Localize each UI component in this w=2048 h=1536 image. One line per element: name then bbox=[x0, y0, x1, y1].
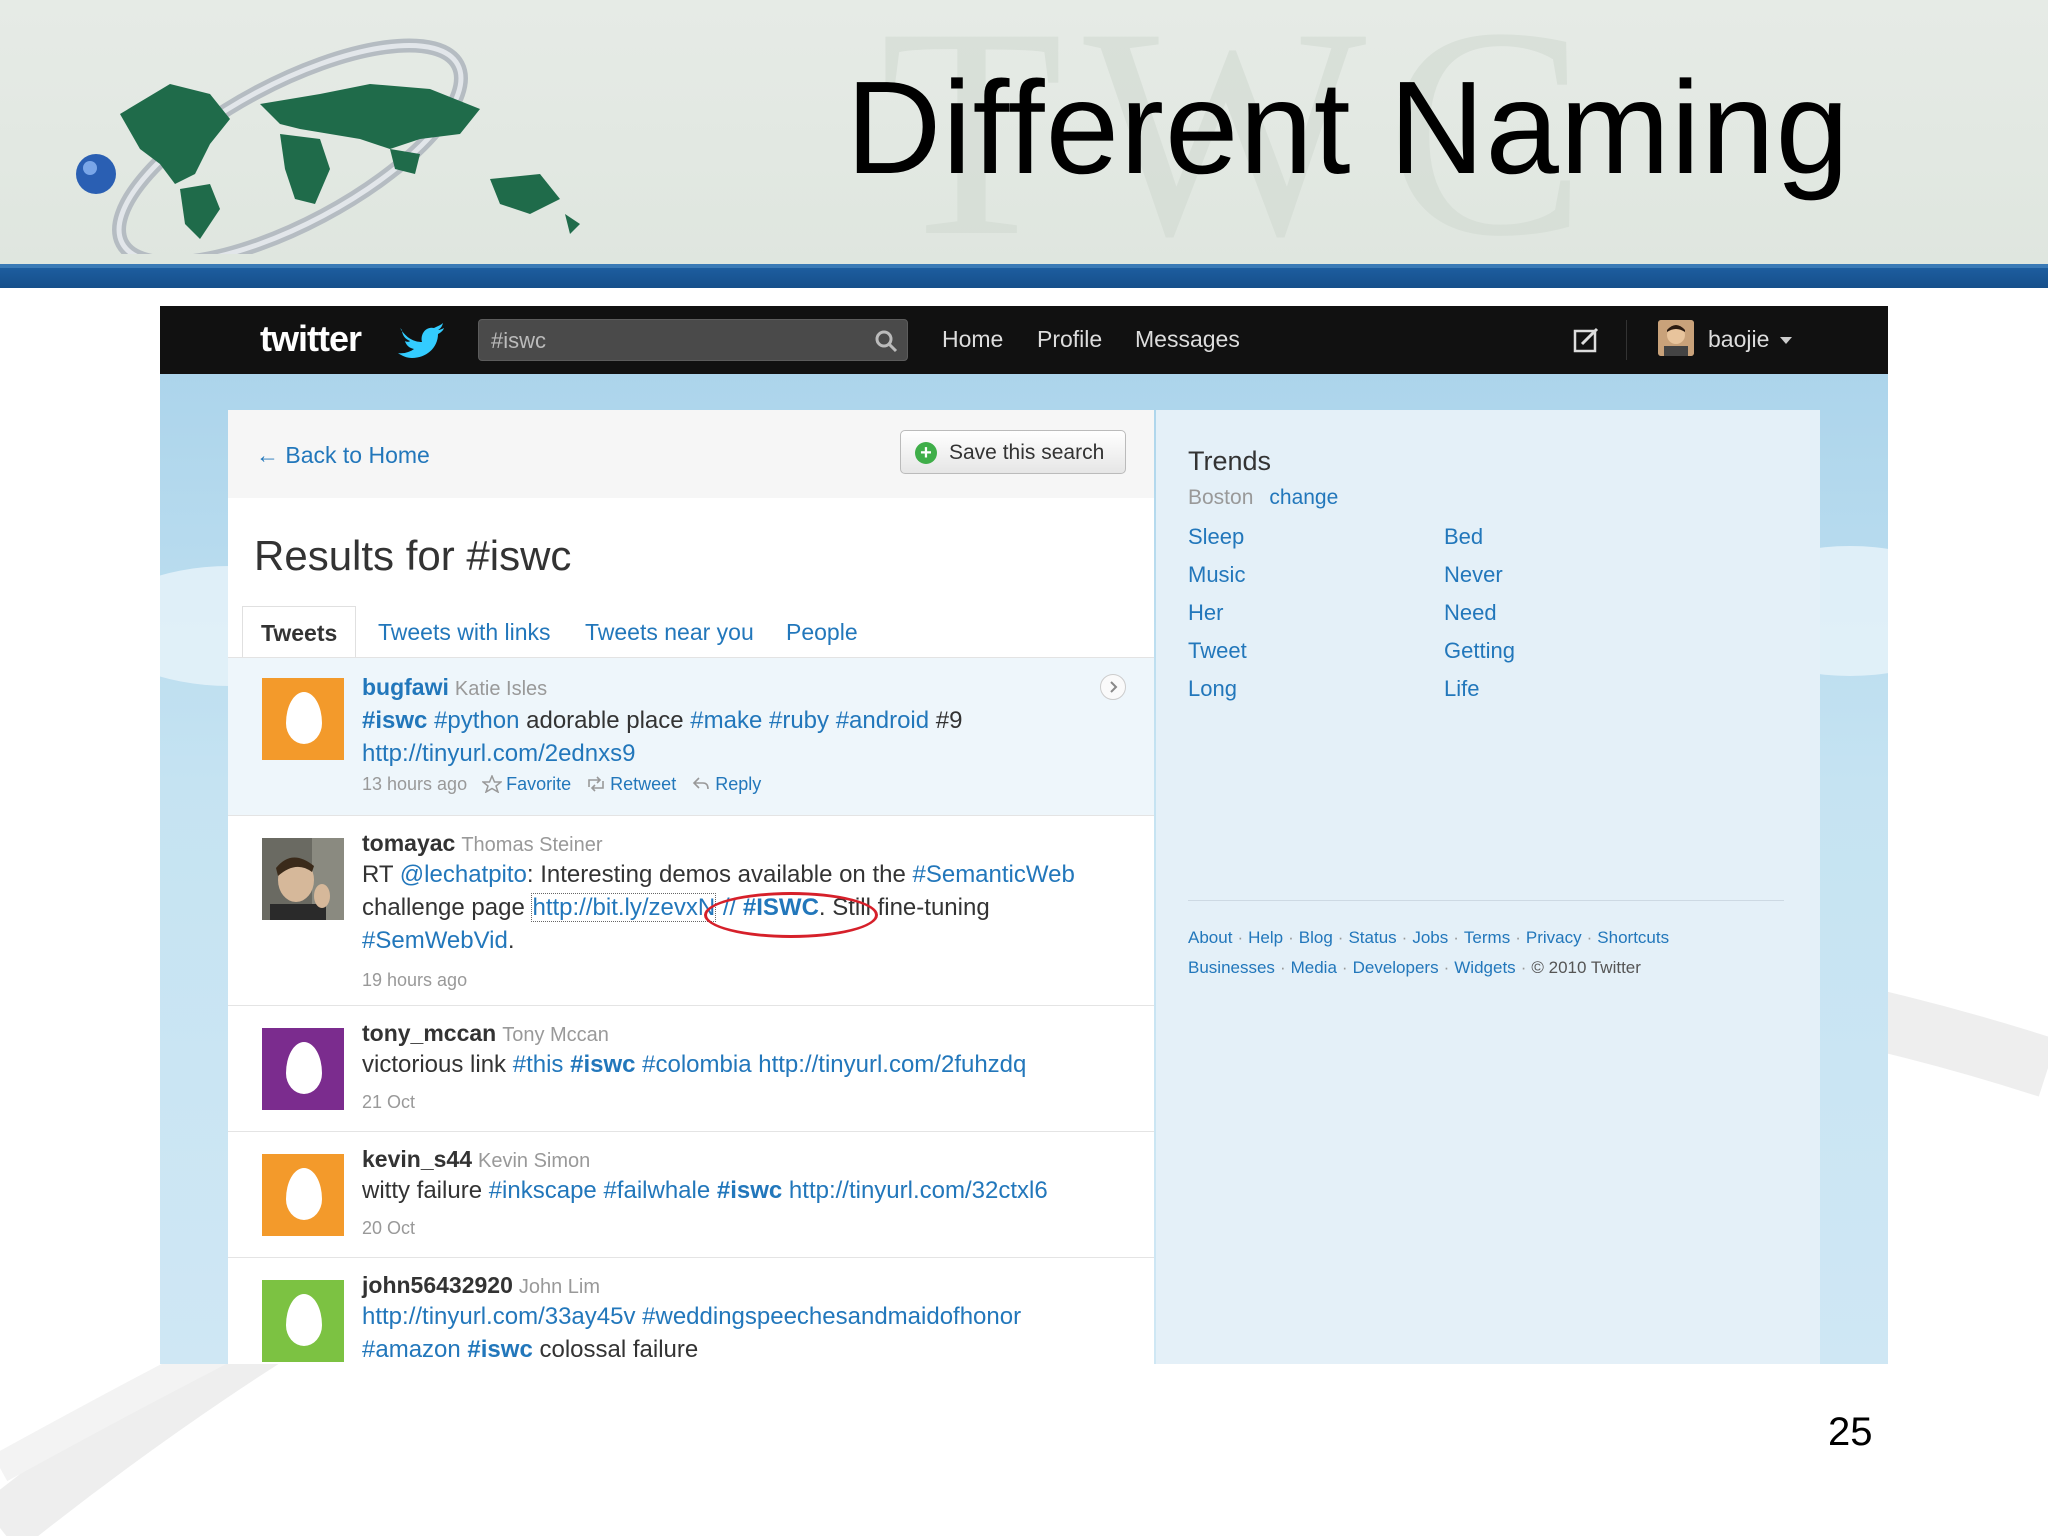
sidebar-divider bbox=[1188, 900, 1784, 901]
compose-tweet-icon[interactable] bbox=[1572, 326, 1600, 354]
user-avatar[interactable] bbox=[1658, 320, 1694, 356]
tweet-author[interactable]: tomayac Thomas Steiner bbox=[362, 830, 603, 857]
save-search-button[interactable]: + Save this search bbox=[900, 430, 1126, 474]
back-to-home-link[interactable]: ← Back to Home bbox=[256, 442, 430, 469]
retweet-icon[interactable] bbox=[586, 775, 606, 793]
world-map-logo bbox=[76, 38, 580, 254]
reply-icon[interactable] bbox=[691, 775, 711, 793]
user-photo-avatar[interactable] bbox=[262, 838, 344, 920]
tweet-author[interactable]: bugfawi Katie Isles bbox=[362, 674, 547, 701]
trends-location: Boston change bbox=[1188, 486, 1339, 509]
change-location-link[interactable]: change bbox=[1269, 486, 1338, 509]
save-search-label: Save this search bbox=[949, 441, 1105, 464]
footer-link[interactable]: Privacy bbox=[1526, 928, 1582, 947]
default-egg-avatar[interactable] bbox=[262, 1280, 344, 1362]
trends-title: Trends bbox=[1188, 446, 1272, 476]
tab-tweets[interactable]: Tweets bbox=[242, 606, 357, 658]
reply-action[interactable]: Reply bbox=[715, 774, 761, 794]
trend-link[interactable]: Life bbox=[1444, 676, 1479, 702]
tab-people[interactable]: People bbox=[786, 606, 858, 658]
favorite-action[interactable]: Favorite bbox=[506, 774, 571, 794]
tweet-item[interactable]: bugfawi Katie Isles #iswc #python adorabl… bbox=[228, 658, 1154, 816]
tweet-author[interactable]: kevin_s44 Kevin Simon bbox=[362, 1146, 590, 1173]
twitter-screenshot: twitter Home Profile Messages bbox=[160, 306, 1888, 1364]
twitter-bird-icon bbox=[398, 323, 444, 358]
search-results-column: ← Back to Home + Save this search Result… bbox=[228, 410, 1154, 1364]
tweet-text: #iswc #python adorable place #make #ruby… bbox=[362, 707, 963, 767]
tweet-item[interactable]: john56432920 John Lim http://tinyurl.com/… bbox=[228, 1258, 1154, 1364]
footer-link[interactable]: Businesses bbox=[1188, 958, 1275, 977]
chevron-down-icon[interactable] bbox=[1780, 337, 1792, 344]
trend-link[interactable]: Music bbox=[1188, 562, 1245, 588]
person-photo-icon bbox=[262, 838, 344, 920]
trend-link[interactable]: Getting bbox=[1444, 638, 1515, 664]
topbar-divider bbox=[1626, 320, 1627, 360]
nav-profile[interactable]: Profile bbox=[1037, 326, 1102, 353]
tweet-author[interactable]: tony_mccan Tony Mccan bbox=[362, 1020, 609, 1047]
tweet-timestamp[interactable]: 21 Oct bbox=[362, 1092, 415, 1113]
top-navigation-bar: twitter Home Profile Messages bbox=[160, 306, 1888, 374]
slide-header: TWC Different Naming bbox=[0, 0, 2048, 264]
footer-link[interactable]: Widgets bbox=[1454, 958, 1515, 977]
default-egg-avatar[interactable] bbox=[262, 678, 344, 760]
tweet-text: witty failure #inkscape #failwhale #iswc… bbox=[362, 1177, 1048, 1204]
twitter-logo[interactable]: twitter bbox=[260, 318, 362, 360]
footer-link[interactable]: Status bbox=[1348, 928, 1396, 947]
tab-tweets-near-you[interactable]: Tweets near you bbox=[585, 606, 754, 658]
tweet-meta: 13 hours ago Favorite Retweet Reply bbox=[362, 774, 761, 795]
tweet-item[interactable]: tony_mccan Tony Mccan victorious link #th… bbox=[228, 1006, 1154, 1132]
default-egg-avatar[interactable] bbox=[262, 1154, 344, 1236]
tweet-link[interactable]: http://bit.ly/zevxN bbox=[531, 893, 717, 922]
chevron-right-icon[interactable] bbox=[1100, 674, 1126, 700]
plus-icon: + bbox=[915, 442, 937, 464]
footer-links-row-2: Businesses · Media · Developers · Widgets · © 20… bbox=[1188, 958, 1641, 977]
results-title: Results for #iswc bbox=[254, 532, 572, 579]
tab-tweets-with-links[interactable]: Tweets with links bbox=[378, 606, 551, 658]
tweet-text: victorious link #this #iswc #colombia ht… bbox=[362, 1051, 1027, 1078]
slide-number: 25 bbox=[1828, 1410, 1873, 1454]
footer-link[interactable]: Media bbox=[1291, 958, 1337, 977]
footer-link[interactable]: Terms bbox=[1464, 928, 1510, 947]
tweet-author[interactable]: john56432920 John Lim bbox=[362, 1272, 600, 1299]
search-field[interactable] bbox=[478, 319, 908, 361]
trend-link[interactable]: Her bbox=[1188, 600, 1223, 626]
nav-home[interactable]: Home bbox=[942, 326, 1003, 353]
user-avatar-photo-icon bbox=[1658, 320, 1694, 356]
footer-link[interactable]: Jobs bbox=[1412, 928, 1448, 947]
results-header: ← Back to Home + Save this search bbox=[228, 410, 1154, 498]
user-menu-name[interactable]: baojie bbox=[1708, 326, 1769, 353]
search-input[interactable] bbox=[489, 326, 853, 356]
header-blue-bar bbox=[0, 268, 2048, 288]
footer-links-row-1: About · Help · Blog · Status · Jobs · Terms · Privac… bbox=[1188, 928, 1670, 947]
trend-link[interactable]: Need bbox=[1444, 600, 1497, 626]
tweet-timestamp[interactable]: 19 hours ago bbox=[362, 970, 467, 991]
footer-link[interactable]: Blog bbox=[1299, 928, 1333, 947]
trend-link[interactable]: Sleep bbox=[1188, 524, 1244, 550]
footer-link[interactable]: About bbox=[1188, 928, 1232, 947]
trends-sidebar: Trends Boston change Sleep Music Her Twee… bbox=[1156, 410, 1820, 1364]
footer-link[interactable]: Developers bbox=[1353, 958, 1439, 977]
footer-link[interactable]: Help bbox=[1248, 928, 1283, 947]
slide-title: Different Naming bbox=[846, 54, 1851, 201]
retweet-action[interactable]: Retweet bbox=[610, 774, 676, 794]
copyright-text: © 2010 Twitter bbox=[1531, 958, 1641, 977]
trend-link[interactable]: Bed bbox=[1444, 524, 1483, 550]
nav-messages[interactable]: Messages bbox=[1135, 326, 1240, 353]
tweet-link[interactable]: http://tinyurl.com/2ednxs9 bbox=[362, 740, 635, 767]
trend-link[interactable]: Tweet bbox=[1188, 638, 1247, 664]
search-icon[interactable] bbox=[873, 328, 899, 354]
tweet-text: http://tinyurl.com/33ay45v #weddingspeec… bbox=[362, 1303, 1022, 1363]
default-egg-avatar[interactable] bbox=[262, 1028, 344, 1110]
tweet-timestamp[interactable]: 20 Oct bbox=[362, 1218, 415, 1239]
tweet-timestamp[interactable]: 13 hours ago bbox=[362, 774, 467, 794]
footer-link[interactable]: Shortcuts bbox=[1597, 928, 1669, 947]
star-icon[interactable] bbox=[482, 775, 503, 793]
red-highlight-oval bbox=[704, 892, 878, 938]
tweet-item[interactable]: tomayac Thomas Steiner RT @lechatpito: In… bbox=[228, 816, 1154, 1006]
tweet-item[interactable]: kevin_s44 Kevin Simon witty failure #inks… bbox=[228, 1132, 1154, 1258]
trend-link[interactable]: Long bbox=[1188, 676, 1237, 702]
trend-link[interactable]: Never bbox=[1444, 562, 1503, 588]
